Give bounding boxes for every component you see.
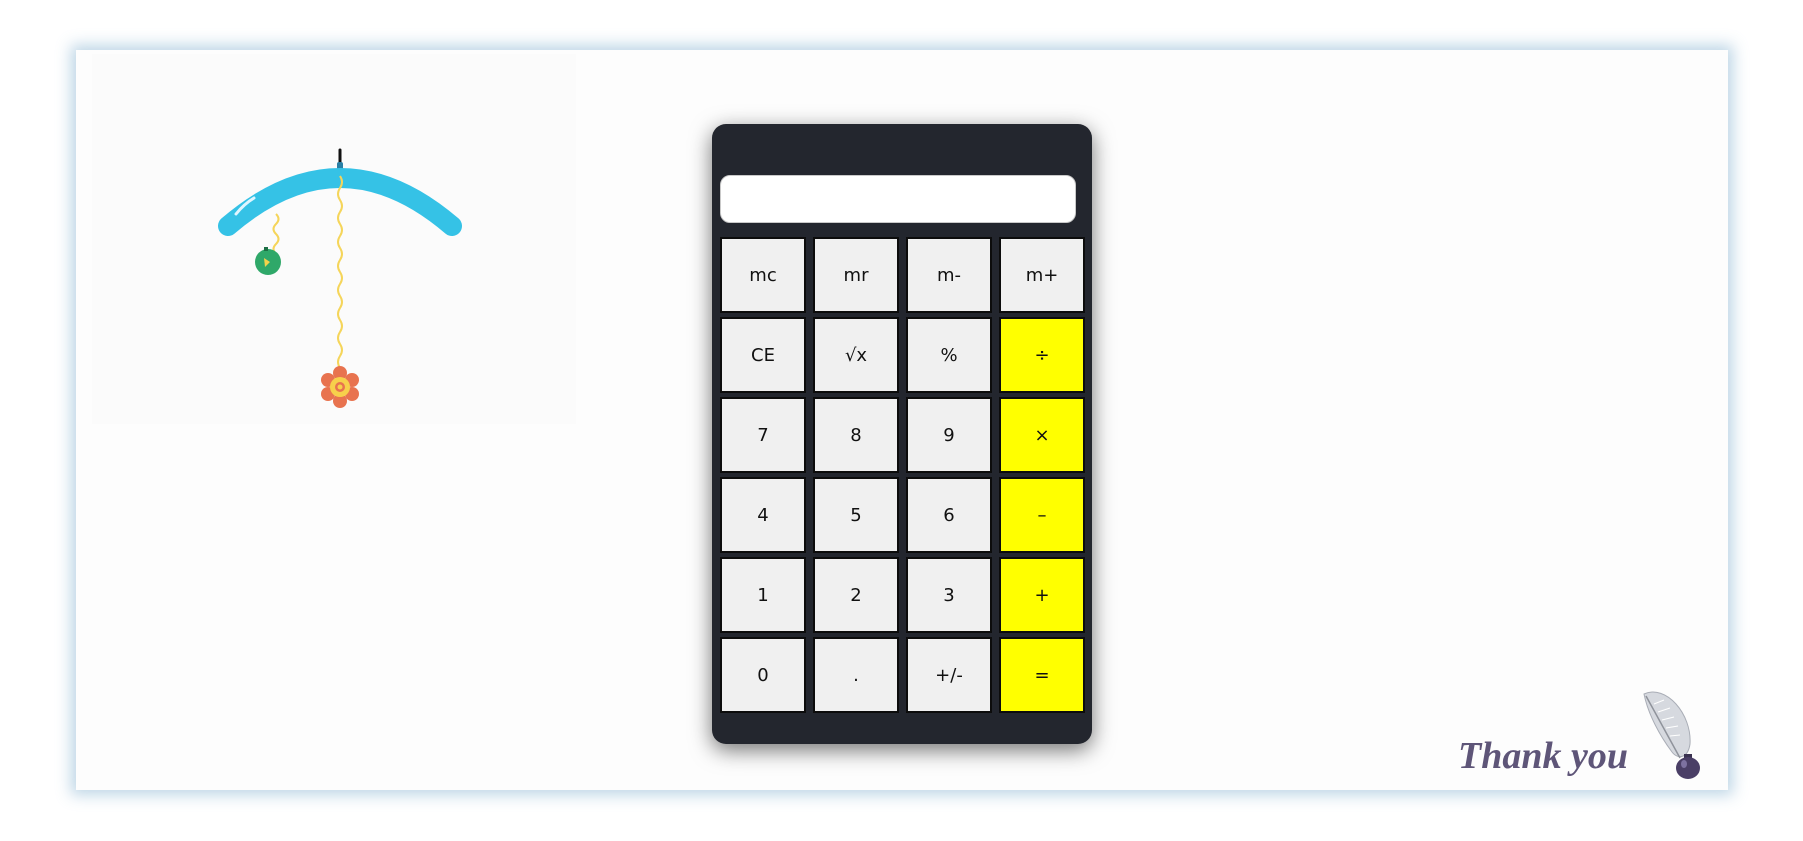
thank-you-text: Thank you [1458, 735, 1628, 777]
hanging-mobile-icon [218, 148, 462, 408]
key-decimal[interactable]: . [813, 637, 899, 713]
calculator-display[interactable] [720, 175, 1076, 223]
key-ce[interactable]: CE [720, 317, 806, 393]
key-2[interactable]: 2 [813, 557, 899, 633]
key-m-minus[interactable]: m- [906, 237, 992, 313]
key-m-plus[interactable]: m+ [999, 237, 1085, 313]
key-0[interactable]: 0 [720, 637, 806, 713]
key-6[interactable]: 6 [906, 477, 992, 553]
key-mc[interactable]: mc [720, 237, 806, 313]
key-percent[interactable]: % [906, 317, 992, 393]
content-frame: mc mr m-m+ CE √x% ÷ 7 8 9 × 4 5 6– 1 2 3 +0. +/- = Thank y… [76, 50, 1728, 790]
quill-icon [1643, 691, 1691, 759]
key-multiply[interactable]: × [999, 397, 1085, 473]
key-divide[interactable]: ÷ [999, 317, 1085, 393]
hanging-mobile-illustration [92, 54, 576, 424]
key-negate[interactable]: +/- [906, 637, 992, 713]
quill-inkwell-icon: Thank you [1458, 691, 1700, 779]
calculator-keypad: mc mr m-m+ CE √x% ÷ 7 8 9 × 4 5 6– 1 2 3 +0. +/- = [720, 237, 1085, 713]
key-add[interactable]: + [999, 557, 1085, 633]
key-mr[interactable]: mr [813, 237, 899, 313]
key-subtract[interactable]: – [999, 477, 1085, 553]
key-3[interactable]: 3 [906, 557, 992, 633]
key-9[interactable]: 9 [906, 397, 992, 473]
key-sqrt[interactable]: √x [813, 317, 899, 393]
key-4[interactable]: 4 [720, 477, 806, 553]
key-equals[interactable]: = [999, 637, 1085, 713]
key-5[interactable]: 5 [813, 477, 899, 553]
calculator: mc mr m-m+ CE √x% ÷ 7 8 9 × 4 5 6– 1 2 3 +0. +/- = [712, 124, 1092, 744]
key-7[interactable]: 7 [720, 397, 806, 473]
key-1[interactable]: 1 [720, 557, 806, 633]
key-8[interactable]: 8 [813, 397, 899, 473]
thank-you-signature: Thank you [1454, 674, 1714, 784]
